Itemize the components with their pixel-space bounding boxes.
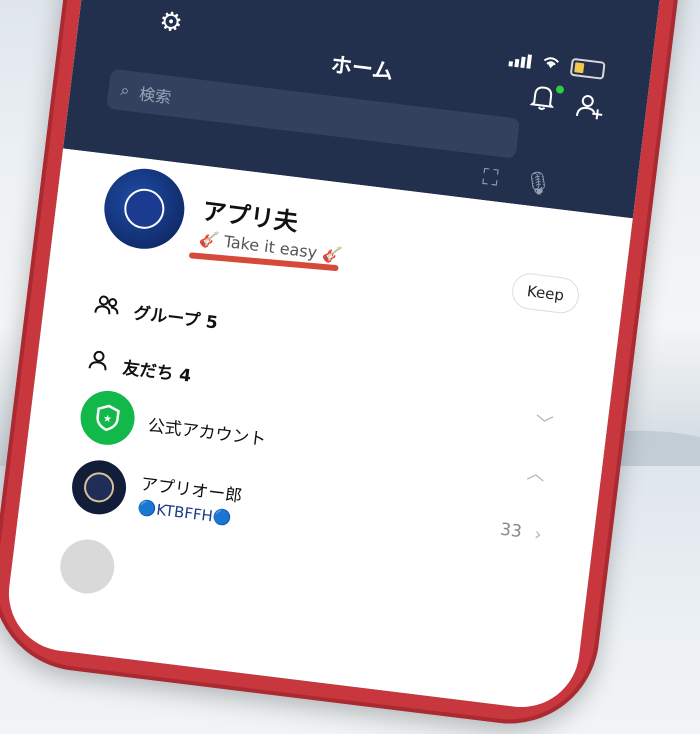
wifi-icon — [540, 53, 562, 74]
friend-count: 33 — [499, 519, 523, 543]
qr-scan-icon[interactable]: ⛶ — [481, 165, 499, 192]
search-icon: ⌕ — [119, 80, 131, 101]
shield-star-icon: ★ — [77, 387, 138, 448]
search-placeholder: 検索 — [138, 84, 173, 108]
microphone-icon[interactable]: 🎙 — [522, 170, 553, 198]
phone-frame: ⚙ ホーム ⌕ 検索 ⛶ 🎙 アプリ夫 🎸 Take it easy 🎸 Kee… — [0, 0, 700, 734]
chevron-down-icon[interactable]: ﹀ — [534, 409, 555, 437]
add-friend-icon[interactable] — [574, 92, 605, 125]
friends-row[interactable]: 友だち 4 — [86, 348, 193, 387]
phone-screen: ⚙ ホーム ⌕ 検索 ⛶ 🎙 アプリ夫 🎸 Take it easy 🎸 Kee… — [2, 0, 680, 714]
club-crest-icon — [82, 470, 116, 505]
chevron-up-icon[interactable]: ︿ — [526, 459, 547, 487]
friend-text: アプリオー郎 🔵KTBFFH🔵 — [137, 469, 244, 528]
battery-icon — [569, 57, 606, 80]
official-accounts-label: 公式アカウント — [146, 415, 268, 450]
chevron-right-icon[interactable]: › — [533, 524, 543, 546]
list-item[interactable]: アプリオー郎 🔵KTBFFH🔵 — [68, 457, 244, 531]
svg-text:★: ★ — [102, 413, 112, 425]
person-icon — [86, 348, 111, 376]
avatar[interactable] — [57, 536, 118, 597]
groups-row[interactable]: グループ 5 — [93, 293, 220, 334]
guitar-icon: 🎸 — [198, 228, 221, 251]
club-crest-icon — [122, 186, 167, 232]
friend-avatar — [68, 457, 130, 518]
signal-icon — [508, 52, 533, 69]
friends-label: 友だち 4 — [121, 357, 193, 387]
guitar-icon: 🎸 — [321, 243, 344, 266]
official-accounts-row[interactable]: ★ 公式アカウント — [77, 387, 269, 464]
bell-icon[interactable] — [529, 82, 557, 117]
group-icon — [93, 293, 122, 322]
groups-label: グループ 5 — [132, 302, 219, 334]
